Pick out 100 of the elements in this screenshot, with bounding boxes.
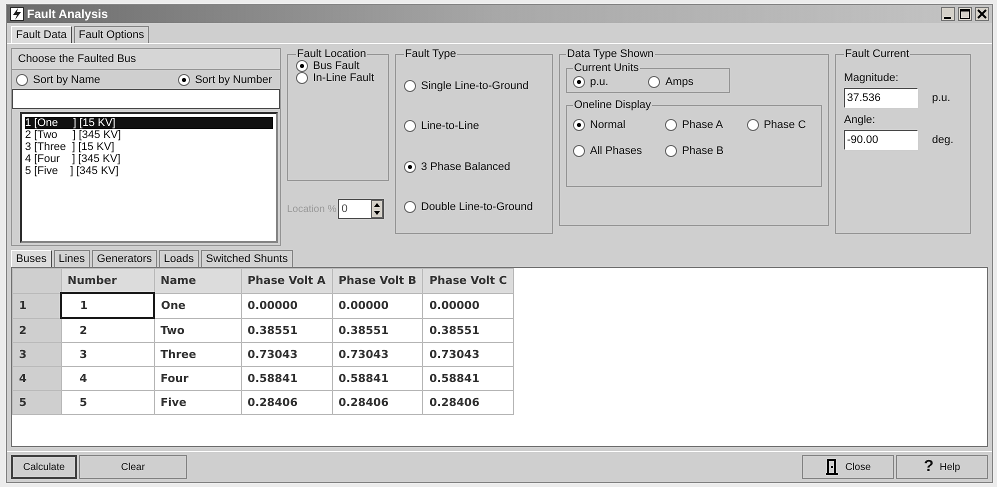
radio-option[interactable]: Phase A — [665, 119, 733, 131]
input-field[interactable]: 37.536 — [844, 88, 918, 108]
list-item[interactable]: 1 [One ] [15 KV] — [25, 117, 273, 129]
table-cell: 0.58841 — [332, 366, 423, 390]
search-field[interactable] — [12, 89, 280, 109]
group-title: Data Type Shown — [566, 48, 655, 60]
unit-label: p.u. — [932, 92, 950, 104]
radio-button[interactable] — [178, 74, 190, 86]
radio-label: Phase B — [682, 145, 724, 157]
column-header: Phase Volt A — [241, 268, 332, 293]
row-header: 2 — [12, 318, 61, 342]
table-cell: One — [154, 293, 241, 318]
radio-label: Phase C — [764, 119, 806, 131]
table-cell: 0.00000 — [241, 293, 332, 318]
radio-label: Double Line-to-Ground — [421, 200, 533, 213]
list-item[interactable]: 4 [Four ] [345 KV] — [25, 153, 273, 165]
close-icon[interactable] — [975, 7, 989, 21]
radio-option[interactable]: Double Line-to-Ground — [404, 200, 544, 213]
group-title: Oneline Display — [573, 99, 652, 111]
radio-label: Phase A — [682, 119, 724, 131]
radio-option[interactable]: Line-to-Line — [404, 120, 544, 132]
radio-label: Amps — [665, 76, 694, 88]
radio-option[interactable]: All Phases — [573, 145, 652, 157]
radio-option[interactable]: Sort by Number — [178, 74, 272, 86]
tab[interactable]: Lines — [54, 250, 90, 267]
radio-button[interactable] — [16, 74, 28, 86]
action-button[interactable]: Close — [802, 455, 894, 479]
table-cell: 0.38551 — [241, 318, 332, 342]
group-title: Fault Current — [844, 48, 910, 60]
tab[interactable]: Switched Shunts — [200, 250, 293, 267]
table-cell: 0.58841 — [241, 366, 332, 390]
radio-button[interactable] — [665, 119, 678, 131]
radio-option[interactable]: Amps — [648, 76, 694, 88]
action-button[interactable]: ? Help — [896, 455, 988, 479]
table-cell: Four — [154, 366, 241, 390]
minimize-icon[interactable] — [941, 7, 955, 21]
radio-button[interactable] — [573, 145, 585, 157]
radio-button[interactable] — [648, 76, 660, 88]
tab[interactable]: Buses — [11, 250, 52, 267]
radio-option[interactable]: Phase C — [746, 119, 815, 131]
radio-button[interactable] — [296, 60, 308, 72]
radio-button[interactable] — [746, 119, 759, 131]
group-title: Current Units — [573, 62, 640, 74]
table-cell: Five — [154, 390, 241, 414]
table-cell: 0.38551 — [332, 318, 423, 342]
column-header: Name — [154, 268, 241, 293]
radio-button[interactable] — [296, 72, 308, 84]
tab[interactable]: Generators — [92, 250, 157, 267]
radio-button[interactable] — [404, 80, 416, 92]
radio-button[interactable] — [665, 145, 678, 157]
field-label: Angle: — [844, 114, 876, 126]
radio-label: Sort by Number — [194, 74, 272, 86]
table-cell: 0.00000 — [422, 293, 514, 318]
radio-button[interactable] — [404, 200, 416, 213]
row-header: 5 — [12, 390, 61, 414]
action-button[interactable]: Clear — [79, 455, 187, 479]
tab[interactable]: Fault Options — [74, 26, 150, 43]
maximize-icon[interactable] — [958, 7, 972, 21]
radio-option[interactable]: p.u. — [573, 76, 608, 88]
radio-label: Normal — [590, 119, 626, 131]
radio-option[interactable]: Bus Fault — [296, 60, 380, 72]
radio-label: In-Line Fault — [313, 72, 374, 84]
radio-option[interactable]: Normal — [573, 119, 652, 131]
radio-option[interactable]: Sort by Name — [16, 74, 100, 86]
radio-button[interactable] — [404, 160, 416, 173]
spinner-arrows-icon[interactable] — [371, 200, 384, 218]
table-cell: 0.00000 — [332, 293, 423, 318]
lightning-icon — [10, 7, 24, 21]
door-icon — [825, 459, 840, 475]
window-title: Fault Analysis — [27, 7, 108, 21]
group-title: Fault Type — [404, 48, 458, 60]
radio-option[interactable]: 3 Phase Balanced — [404, 160, 544, 173]
action-button[interactable]: Calculate — [11, 455, 77, 479]
table-cell: 0.28406 — [241, 390, 332, 414]
row-header: 1 — [12, 293, 61, 318]
radio-label: All Phases — [590, 145, 642, 157]
table-cell: 0.58841 — [422, 366, 514, 390]
input-field[interactable]: -90.00 — [844, 130, 918, 150]
table-cell: 1 — [61, 293, 154, 318]
radio-button[interactable] — [573, 76, 585, 88]
table-cell: 5 — [61, 390, 154, 414]
table-cell: 0.73043 — [332, 342, 423, 366]
radio-option[interactable]: In-Line Fault — [296, 72, 380, 84]
tab[interactable]: Fault Data — [11, 26, 72, 43]
radio-label: Bus Fault — [313, 60, 360, 72]
tab[interactable]: Loads — [158, 250, 199, 267]
field-label: Magnitude: — [844, 72, 900, 84]
column-header: Phase Volt B — [332, 268, 423, 293]
table-cell: 3 — [61, 342, 154, 366]
list-item[interactable]: 3 [Three ] [15 KV] — [25, 141, 273, 153]
radio-button[interactable] — [404, 120, 416, 132]
row-header: 3 — [12, 342, 61, 366]
radio-button[interactable] — [573, 119, 585, 131]
table-cell: 4 — [61, 366, 154, 390]
list-item[interactable]: 2 [Two ] [345 KV] — [25, 129, 273, 141]
radio-label: Sort by Name — [33, 74, 100, 86]
radio-option[interactable]: Phase B — [665, 145, 733, 157]
list-item[interactable]: 5 [Five ] [345 KV] — [25, 165, 273, 177]
radio-option[interactable]: Single Line-to-Ground — [404, 80, 544, 92]
radio-label: p.u. — [590, 76, 608, 88]
